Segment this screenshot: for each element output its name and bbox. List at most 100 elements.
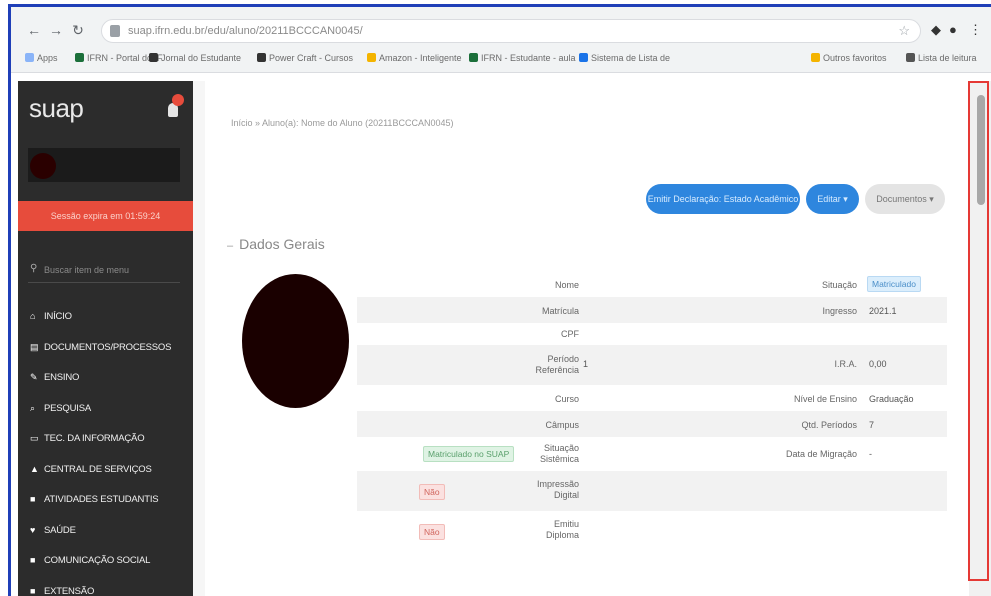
sidebar-item-extensao[interactable]: ■ EXTENSÃO: [18, 576, 193, 596]
menu-search-input[interactable]: ⚲ Buscar item de menu: [28, 259, 180, 283]
url-text: suap.ifrn.edu.br/edu/aluno/20211BCCCAN00…: [128, 25, 363, 37]
sidebar-item-saude[interactable]: ♥ SAÚDE: [18, 515, 193, 546]
student-photo: [242, 274, 349, 408]
apps-icon: [25, 53, 34, 62]
periodo-value: 1: [583, 359, 589, 369]
address-bar[interactable]: suap.ifrn.edu.br/edu/aluno/20211BCCCAN00…: [101, 19, 921, 43]
sidebar-item-inicio[interactable]: ⌂ INÍCIO: [18, 301, 193, 332]
extension-icon[interactable]: ◆: [931, 22, 941, 38]
migracao-value: -: [869, 449, 872, 459]
lock-icon: [110, 25, 120, 37]
sidebar-menu: ⌂ INÍCIO ▤ DOCUMENTOS/PROCESSOS ✎ ENSINO ⌕ P…: [18, 301, 193, 596]
impressao-digital-label: Impressão Digital: [536, 479, 579, 500]
emitiu-diploma-badge: Não: [419, 524, 445, 540]
table-row: Nome Situação Matriculado: [357, 271, 947, 297]
table-row: Matrícula Ingresso 2021.1: [357, 297, 947, 323]
bookmark-item[interactable]: Power Craft - Cursos: [257, 53, 353, 63]
sidebar: suap Sessão expira em 01:59:24 ⚲ Buscar …: [18, 81, 193, 596]
home-icon: ⌂: [30, 311, 36, 321]
search-icon: ⚲: [30, 263, 38, 274]
search-placeholder: Buscar item de menu: [44, 265, 130, 275]
browser-menu-icon[interactable]: ⋮: [969, 22, 982, 38]
ira-value: 0,00: [869, 359, 887, 369]
emitir-declaracao-button[interactable]: Emitir Declaração: Estado Acadêmico: [646, 184, 800, 214]
sidebar-item-documentos[interactable]: ▤ DOCUMENTOS/PROCESSOS: [18, 332, 193, 363]
curso-label: Curso: [554, 394, 579, 404]
impressao-digital-badge: Não: [419, 484, 445, 500]
documents-icon: ▤: [30, 341, 39, 352]
situacao-label: Situação: [821, 280, 857, 290]
table-row: Situação Sistêmica Matriculado no SUAP D…: [357, 437, 947, 471]
emitiu-diploma-label: Emitiu Diploma: [545, 519, 579, 540]
scrollbar-highlight-box: [968, 81, 989, 581]
editar-button[interactable]: Editar ▾: [806, 184, 859, 214]
table-row: CPF: [357, 323, 947, 345]
reload-icon[interactable]: ↻: [69, 21, 87, 39]
bookmark-item[interactable]: Outros favoritos: [811, 53, 887, 63]
bookmark-item[interactable]: Amazon - Inteligente: [367, 53, 462, 63]
campus-label: Câmpus: [545, 420, 579, 430]
extension-icon: ■: [30, 585, 36, 596]
student-details-table: Nome Situação Matriculado Matrícula Ingr…: [357, 271, 947, 551]
communication-icon: ■: [30, 555, 36, 565]
breadcrumb[interactable]: Início » Aluno(a): Nome do Aluno (20211B…: [231, 118, 453, 128]
situacao-sistemica-badge: Matriculado no SUAP: [423, 446, 515, 462]
nome-label: Nome: [554, 280, 579, 290]
sidebar-item-central-servicos[interactable]: ▲ CENTRAL DE SERVIÇOS: [18, 454, 193, 485]
session-timer: Sessão expira em 01:59:24: [18, 201, 193, 231]
table-row: Impressão Digital Não: [357, 471, 947, 511]
navigation-row: ← → ↻ suap.ifrn.edu.br/edu/aluno/20211BC…: [11, 19, 991, 45]
main-content: Início » Aluno(a): Nome do Aluno (20211B…: [193, 81, 969, 596]
cpf-label: CPF: [561, 329, 579, 339]
bookmark-star-icon[interactable]: ☆: [898, 23, 910, 39]
activities-icon: ■: [30, 494, 36, 504]
bookmark-item[interactable]: IFRN - Estudante - aula: [469, 53, 576, 63]
qtd-periodos-value: 7: [869, 420, 875, 430]
collapse-icon: –: [227, 240, 234, 252]
bookmark-item[interactable]: Lista de leitura: [906, 53, 977, 63]
table-row: Período Referência 1 I.R.A. 0,00: [357, 345, 947, 385]
matricula-label: Matrícula: [541, 306, 579, 316]
site-icon: [257, 53, 266, 62]
ira-label: I.R.A.: [834, 359, 857, 369]
bookmark-item[interactable]: Apps: [25, 53, 58, 63]
section-dados-gerais[interactable]: – Dados Gerais: [227, 236, 325, 252]
reading-list-icon: [906, 53, 915, 62]
periodo-label: Período Referência: [535, 354, 579, 375]
site-icon: [579, 53, 588, 62]
table-row: Curso Nível de Ensino Graduação: [357, 385, 947, 411]
sidebar-item-atividades[interactable]: ■ ATIVIDADES ESTUDANTIS: [18, 484, 193, 515]
ingresso-label: Ingresso: [822, 306, 857, 316]
table-row: Emitiu Diploma Não: [357, 511, 947, 551]
bookmarks-bar: Apps IFRN - Portal do IF Jornal do Estud…: [11, 51, 991, 71]
sidebar-item-ensino[interactable]: ✎ ENSINO: [18, 362, 193, 393]
bookmark-item[interactable]: Sistema de Lista de: [579, 53, 670, 63]
services-icon: ▲: [30, 463, 39, 474]
frame-left-border: [8, 4, 11, 596]
user-avatar: [30, 153, 56, 179]
suap-logo[interactable]: suap: [29, 93, 84, 124]
site-icon: [75, 53, 84, 62]
nivel-label: Nível de Ensino: [793, 394, 857, 404]
research-icon: ⌕: [30, 402, 35, 413]
monitor-icon: ▭: [30, 433, 39, 443]
sidebar-item-pesquisa[interactable]: ⌕ PESQUISA: [18, 393, 193, 424]
site-icon: [149, 53, 158, 62]
back-arrow-icon[interactable]: ←: [25, 21, 43, 39]
migracao-label: Data de Migração: [785, 449, 857, 459]
browser-chrome: ← → ↻ suap.ifrn.edu.br/edu/aluno/20211BC…: [11, 7, 991, 73]
situacao-badge: Matriculado: [867, 276, 921, 292]
notification-badge: [172, 94, 184, 106]
sidebar-item-comunicacao[interactable]: ■ COMUNICAÇÃO SOCIAL: [18, 545, 193, 576]
bookmark-item[interactable]: Jornal do Estudante: [149, 53, 241, 63]
profile-icon[interactable]: ●: [949, 22, 957, 37]
sidebar-item-tec-informacao[interactable]: ▭ TEC. DA INFORMAÇÃO: [18, 423, 193, 454]
situacao-sistemica-label: Situação Sistêmica: [539, 443, 579, 464]
documentos-button[interactable]: Documentos ▾: [865, 184, 945, 214]
forward-arrow-icon[interactable]: →: [47, 21, 65, 39]
site-icon: [469, 53, 478, 62]
ingresso-value: 2021.1: [869, 306, 897, 316]
table-row: Câmpus Qtd. Períodos 7: [357, 411, 947, 437]
graduation-icon: ✎: [30, 372, 38, 382]
site-icon: [367, 53, 376, 62]
